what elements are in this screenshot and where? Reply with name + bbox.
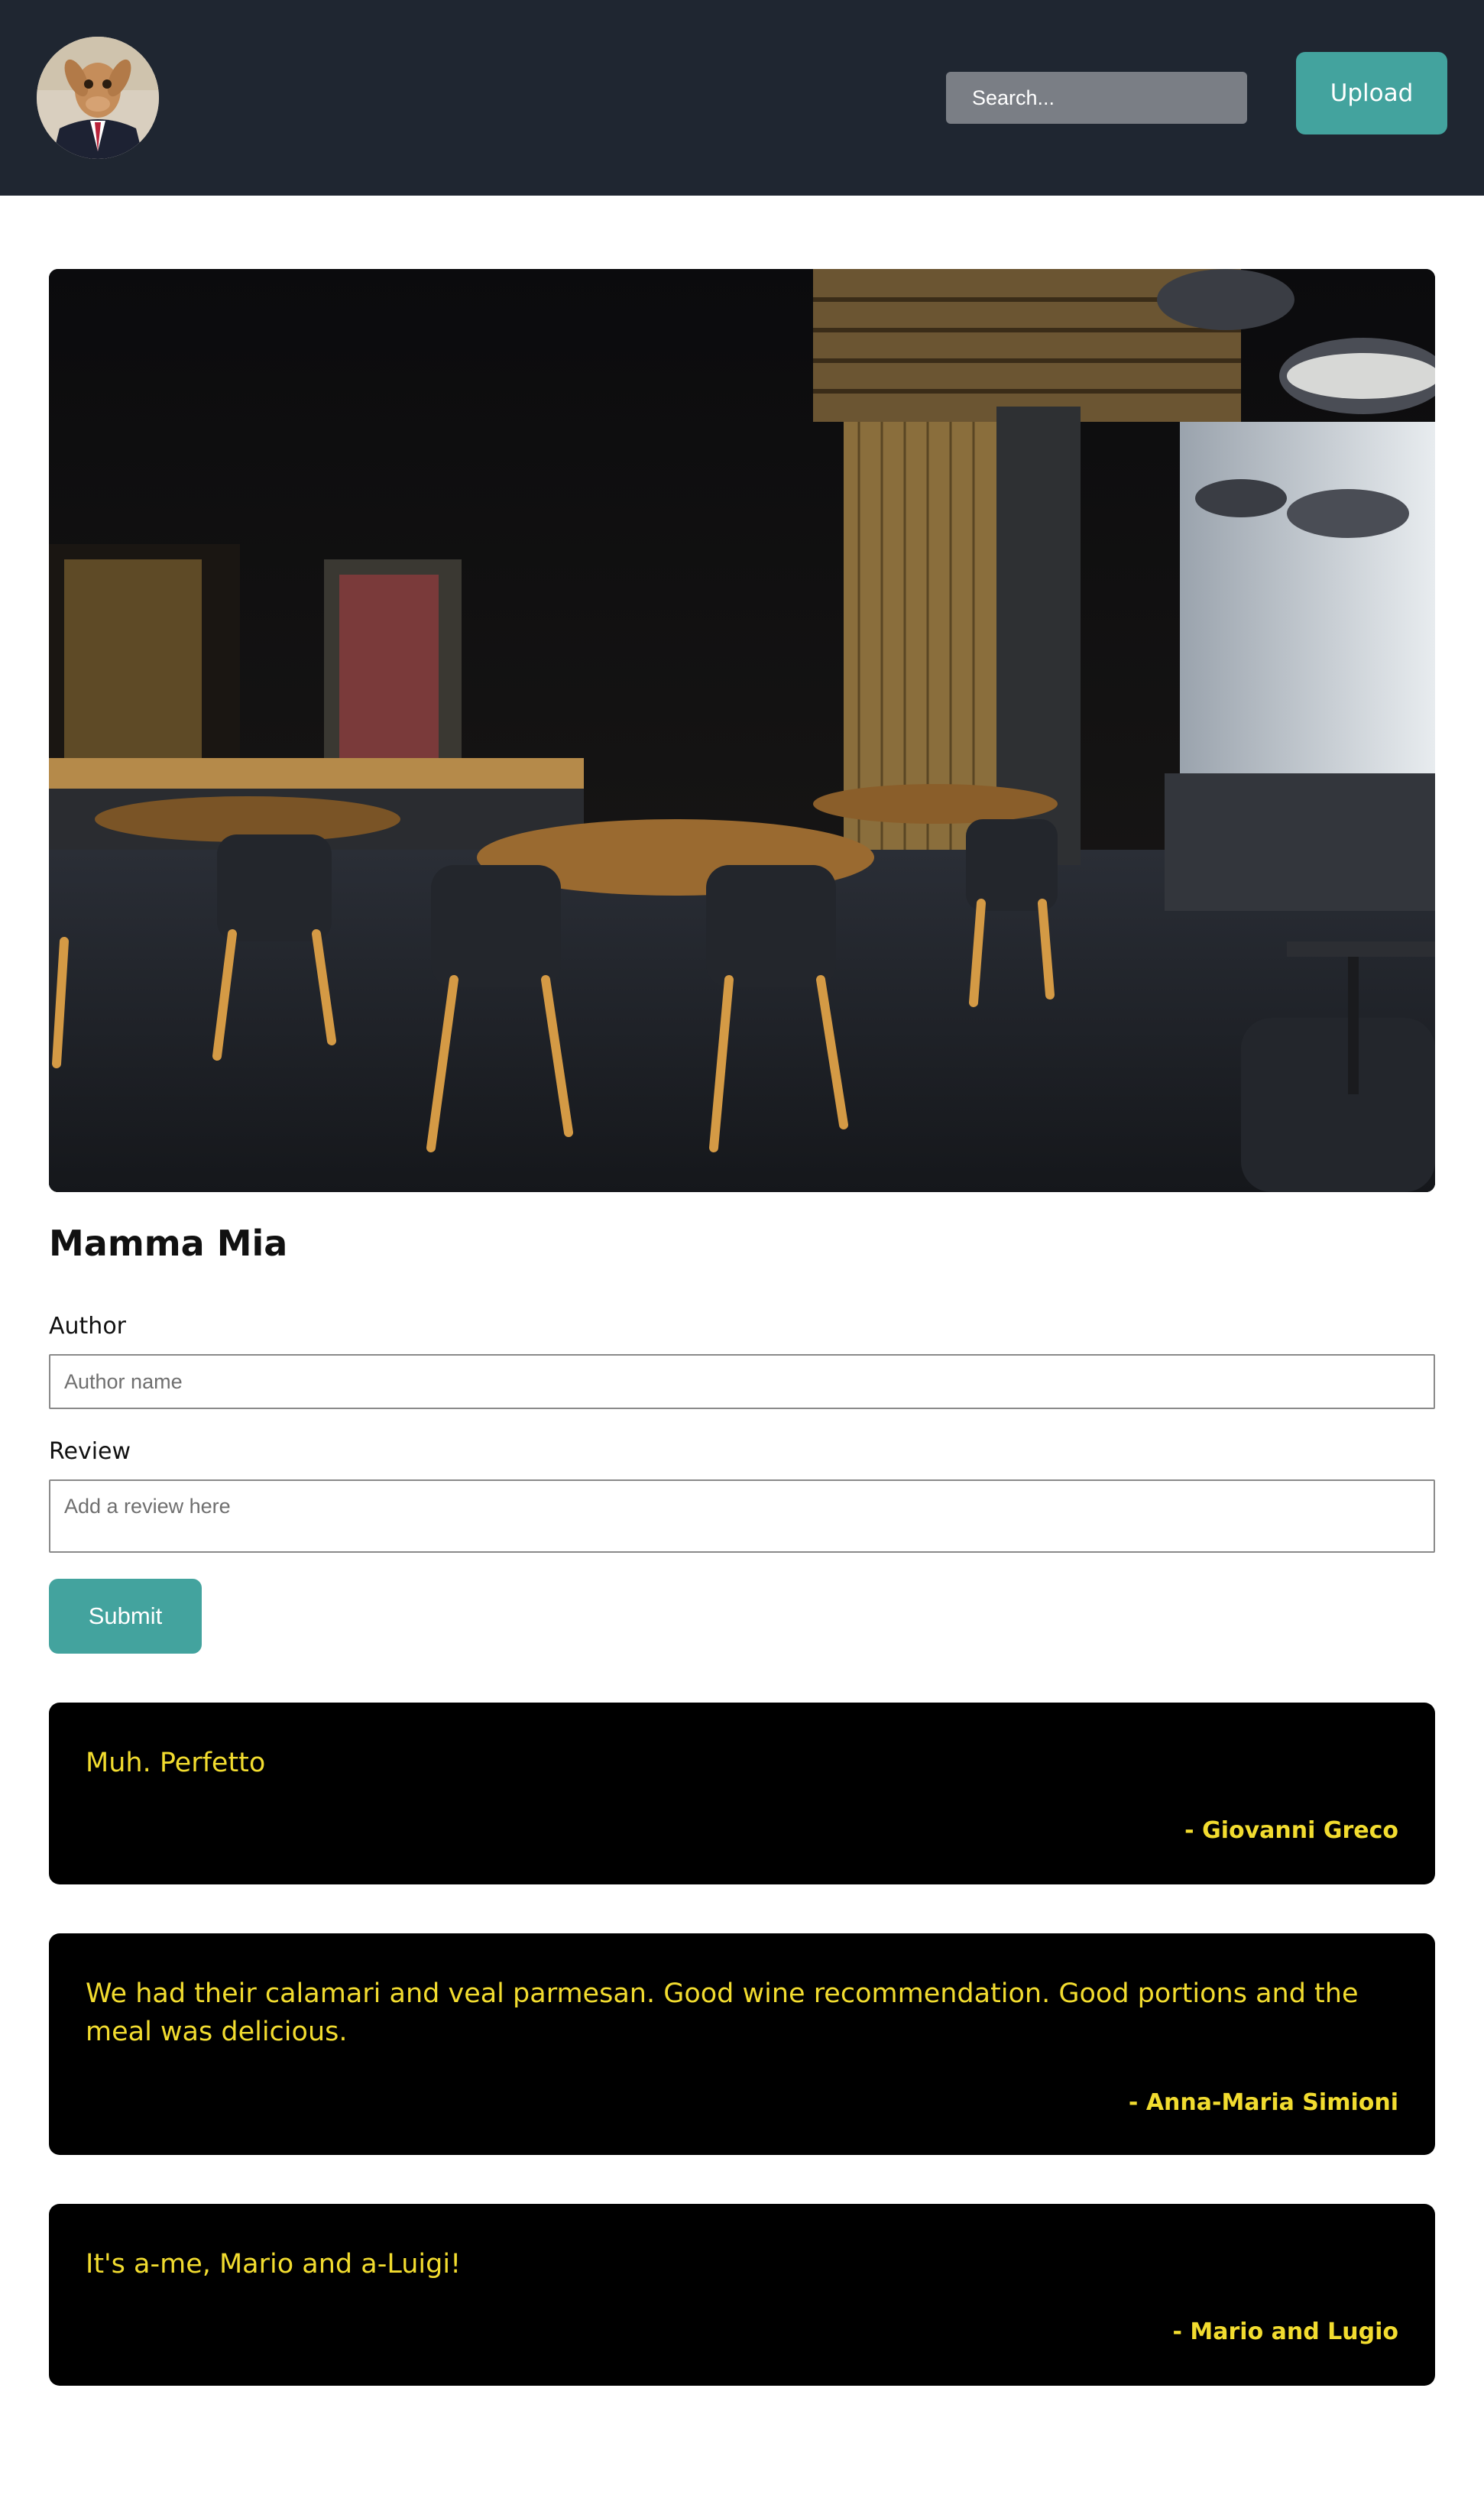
review-label: Review [49,1438,131,1465]
review-text: We had their calamari and veal parmesan.… [86,1978,1359,2047]
avatar-image [37,37,159,159]
review-card: We had their calamari and veal parmesan.… [49,1933,1435,2155]
restaurant-name: Mamma Mia [49,1223,288,1264]
review-card: It's a-me, Mario and a-Luigi! - Mario an… [49,2204,1435,2386]
review-author: - Mario and Lugio [1172,2318,1399,2345]
upload-button[interactable]: Upload [1296,52,1447,134]
restaurant-interior-image [49,269,1435,1192]
review-author: - Anna-Maria Simioni [1128,2089,1398,2116]
search-input[interactable] [946,72,1247,124]
user-avatar[interactable] [37,37,159,159]
top-nav-bar: Upload [0,0,1484,196]
submit-button[interactable]: Submit [49,1579,202,1654]
author-input[interactable] [49,1354,1435,1409]
author-label: Author [49,1313,127,1340]
restaurant-photo [49,269,1435,1192]
review-text: It's a-me, Mario and a-Luigi! [86,2249,462,2280]
review-text: Muh. Perfetto [86,1748,266,1778]
review-card: Muh. Perfetto - Giovanni Greco [49,1703,1435,1884]
review-textarea[interactable] [49,1479,1435,1553]
review-author: - Giovanni Greco [1184,1817,1398,1844]
